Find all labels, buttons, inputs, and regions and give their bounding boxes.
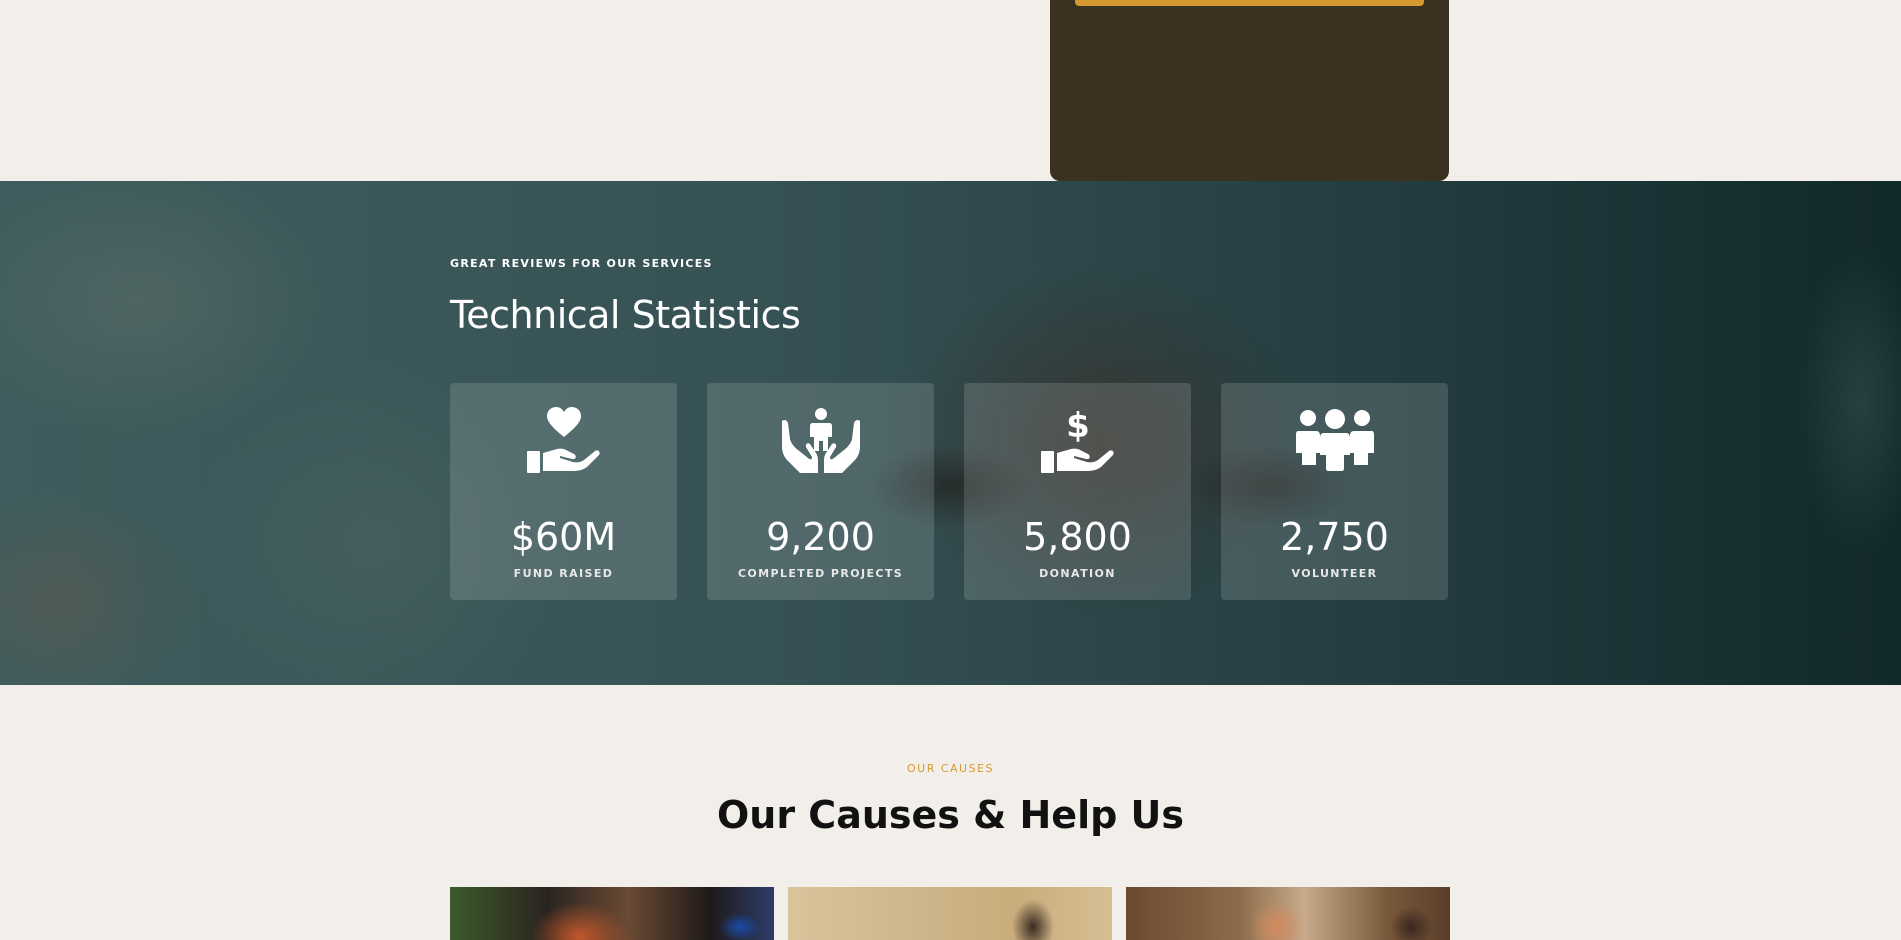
sidebar-card [1050, 0, 1449, 181]
dollar-hand-icon: $ [964, 407, 1191, 473]
stat-card-completed-projects: 9,200 COMPLETED PROJECTS [707, 383, 934, 600]
statistics-eyebrow: GREAT REVIEWS FOR OUR SERVICES [450, 257, 713, 270]
statistics-section: GREAT REVIEWS FOR OUR SERVICES Technical… [0, 181, 1901, 685]
stat-value: 2,750 [1280, 515, 1389, 559]
statistics-title: Technical Statistics [450, 293, 801, 337]
causes-eyebrow: OUR CAUSES [906, 762, 995, 775]
stat-label: DONATION [1039, 567, 1116, 580]
stat-label: COMPLETED PROJECTS [737, 567, 904, 580]
stat-value: 5,800 [1023, 515, 1132, 559]
cause-image-3[interactable] [1126, 887, 1450, 940]
statistics-container: GREAT REVIEWS FOR OUR SERVICES Technical… [450, 181, 1450, 685]
causes-title: Our Causes & Help Us [716, 793, 1185, 837]
card-action-button[interactable] [1075, 0, 1424, 6]
stat-card-donation: $ 5,800 DONATION [964, 383, 1191, 600]
hands-child-icon [707, 407, 934, 473]
cause-cards [450, 887, 1450, 940]
cause-image-2[interactable] [788, 887, 1112, 940]
stat-value: 9,200 [766, 515, 875, 559]
svg-text:$: $ [1066, 407, 1090, 446]
stat-value: $60M [510, 515, 617, 559]
stat-cards: $60M FUND RAISED 9,200 COMPLETED PROJECT… [450, 383, 1448, 600]
cause-image-1[interactable] [450, 887, 774, 940]
stat-card-fund-raised: $60M FUND RAISED [450, 383, 677, 600]
background-image-edge [1741, 181, 1901, 685]
stat-card-volunteer: 2,750 VOLUNTEER [1221, 383, 1448, 600]
people-group-icon [1221, 407, 1448, 473]
stat-label: VOLUNTEER [1291, 567, 1378, 580]
heart-hand-icon [450, 407, 677, 473]
stat-label: FUND RAISED [513, 567, 614, 580]
